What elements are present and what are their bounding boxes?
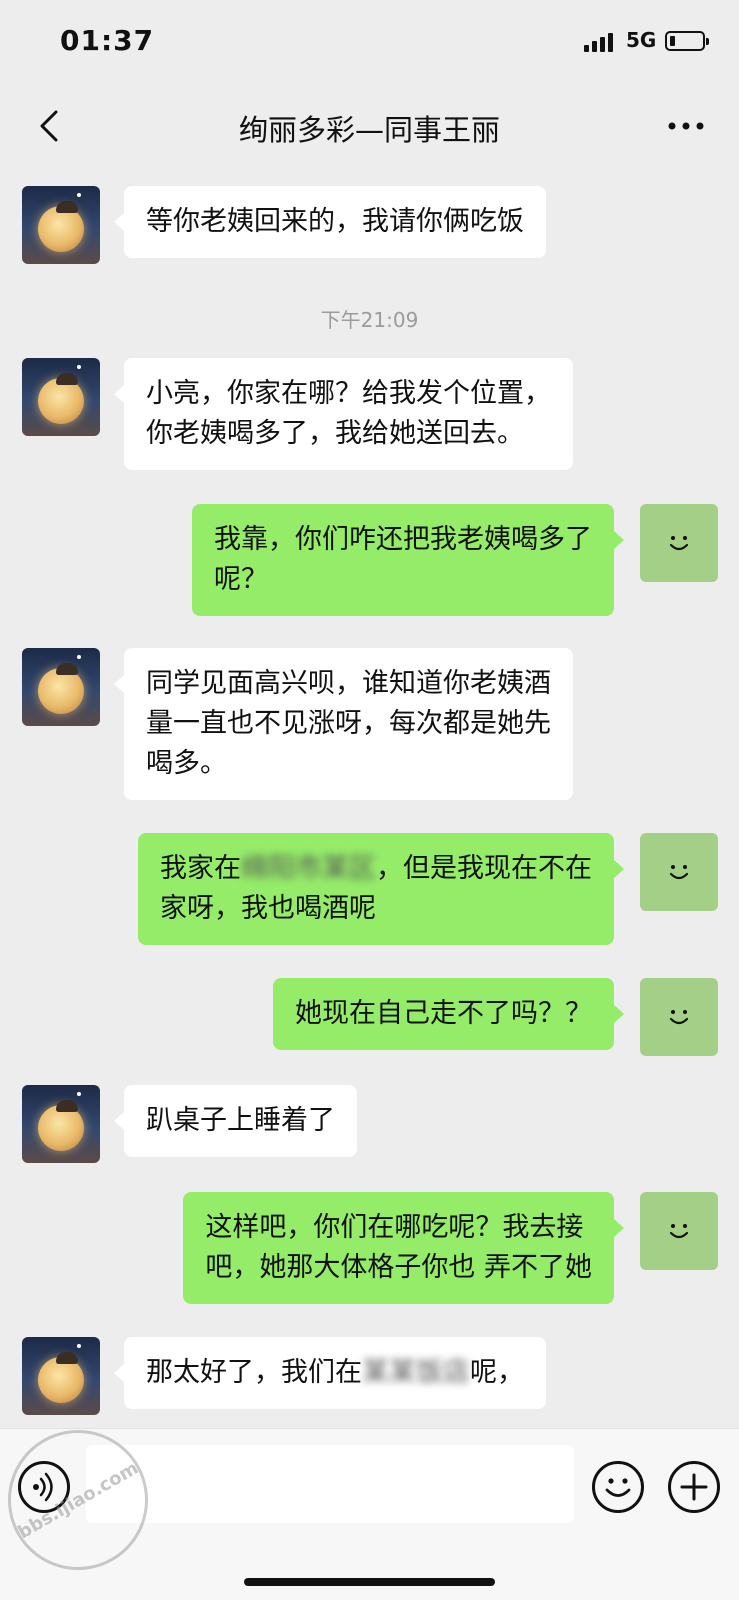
signal-icon <box>584 30 614 52</box>
message-bubble-incoming[interactable]: 等你老姨回来的，我请你俩吃饭 <box>114 186 546 258</box>
my-avatar[interactable] <box>640 833 718 911</box>
nav-bar: 绚丽多彩—同事王丽 <box>0 84 739 168</box>
message-text: 等你老姨回来的，我请你俩吃饭 <box>146 206 524 237</box>
redacted-text: 某某饭店 <box>362 1357 470 1388</box>
message-text: 趴桌子上睡着了 <box>146 1105 335 1136</box>
input-bar <box>0 1428 739 1600</box>
status-bar: 01:37 5G <box>0 0 739 84</box>
voice-icon[interactable] <box>18 1461 70 1513</box>
message-text: 喝多。 <box>146 748 227 779</box>
chat-title: 绚丽多彩—同事王丽 <box>238 113 500 147</box>
contact-avatar[interactable] <box>22 1085 100 1163</box>
battery-icon <box>665 31 709 51</box>
message-bubble-incoming[interactable]: 小亮，你家在哪？给我发个位置， 你老姨喝多了，我给她送回去。 <box>114 358 573 470</box>
message-bubble-incoming[interactable]: 同学见面高兴呗，谁知道你老姨酒 量一直也不见涨呀，每次都是她先 喝多。 <box>114 648 573 800</box>
contact-avatar[interactable] <box>22 186 100 264</box>
message-bubble-outgoing[interactable]: 她现在自己走不了吗？？ <box>273 978 624 1050</box>
message-text: 吧，她那大体格子你也 弄不了她 <box>205 1252 592 1283</box>
message-text: 量一直也不见涨呀，每次都是她先 <box>146 708 551 739</box>
message-bubble-incoming[interactable]: 那太好了，我们在某某饭店呢， <box>114 1337 546 1409</box>
network-label: 5G <box>626 28 657 52</box>
status-time: 01:37 <box>60 24 155 57</box>
message-text: 小亮，你家在哪？给我发个位置， <box>146 378 551 409</box>
smile-icon <box>669 1010 689 1025</box>
message-bubble-outgoing[interactable]: 我靠，你们咋还把我老姨喝多了 呢？ <box>192 504 624 616</box>
contact-avatar[interactable] <box>22 648 100 726</box>
battery-level <box>670 36 675 46</box>
message-text: 你老姨喝多了，我给她送回去。 <box>146 418 524 449</box>
plus-icon[interactable] <box>668 1461 720 1513</box>
message-text: 同学见面高兴呗，谁知道你老姨酒 <box>146 668 551 699</box>
message-text: 我靠，你们咋还把我老姨喝多了 <box>214 524 592 555</box>
smile-icon <box>669 1224 689 1239</box>
contact-avatar[interactable] <box>22 358 100 436</box>
more-dots-icon[interactable] <box>664 106 708 146</box>
message-text: 呢？ <box>214 564 268 595</box>
emoji-icon[interactable] <box>592 1461 644 1513</box>
my-avatar[interactable] <box>640 1192 718 1270</box>
message-text: 她现在自己走不了吗？？ <box>295 998 592 1029</box>
message-text: 这样吧，你们在哪吃呢？我去接 <box>205 1212 584 1243</box>
smile-icon <box>669 536 689 551</box>
message-text: 家呀，我也喝酒呢 <box>160 893 376 924</box>
smile-icon <box>669 865 689 880</box>
message-text: 我家在绵阳市某区，但是我现在不在 <box>160 849 592 889</box>
message-bubble-outgoing[interactable]: 这样吧，你们在哪吃呢？我去接 吧，她那大体格子你也 弄不了她 <box>183 1192 624 1304</box>
message-bubble-incoming[interactable]: 趴桌子上睡着了 <box>114 1085 357 1157</box>
message-text: 那太好了，我们在某某饭店呢， <box>146 1353 524 1393</box>
redacted-text: 绵阳市某区 <box>241 853 376 884</box>
message-bubble-outgoing[interactable]: 我家在绵阳市某区，但是我现在不在 家呀，我也喝酒呢 <box>138 833 624 945</box>
my-avatar[interactable] <box>640 978 718 1056</box>
home-indicator <box>244 1578 495 1586</box>
message-timestamp: 下午21:09 <box>320 308 419 332</box>
my-avatar[interactable] <box>640 504 718 582</box>
message-input[interactable] <box>86 1445 574 1523</box>
contact-avatar[interactable] <box>22 1337 100 1415</box>
